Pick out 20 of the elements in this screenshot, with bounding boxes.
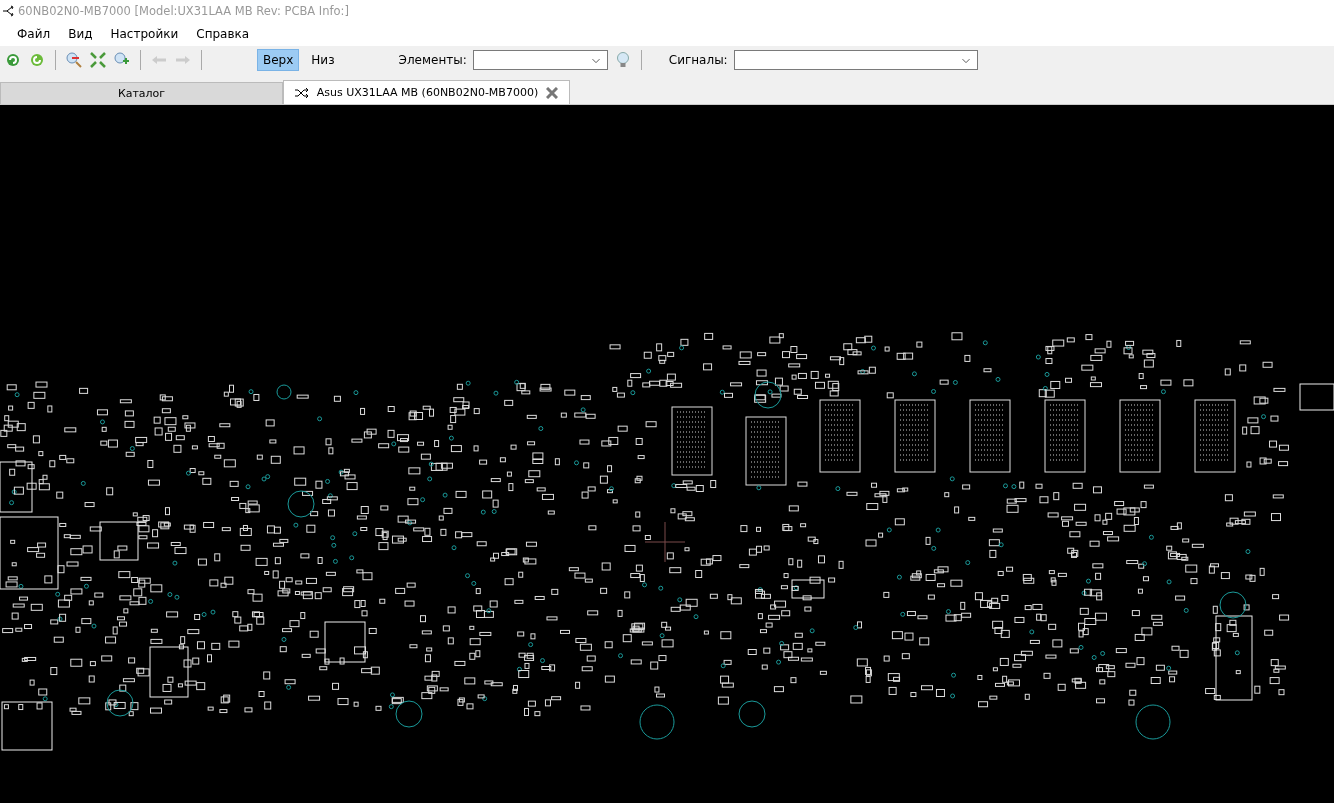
elements-label: Элементы: <box>398 53 467 67</box>
signals-label: Сигналы: <box>668 53 728 67</box>
layer-toggle[interactable]: Низ <box>305 49 341 71</box>
window-title: 60NB02N0-MB7000 [Model:UX31LAA MB Rev: PCBA Info:] <box>18 4 349 18</box>
close-icon[interactable] <box>546 86 559 99</box>
app-icon <box>2 5 14 17</box>
layer-toggle[interactable]: Верх <box>257 49 300 71</box>
menu-item[interactable]: Файл <box>8 27 60 41</box>
menu-item[interactable]: Справка <box>187 27 259 41</box>
refresh-icon[interactable] <box>28 51 46 69</box>
fit-icon[interactable] <box>89 51 107 69</box>
menu-item[interactable]: Настройки <box>101 27 188 41</box>
tab[interactable]: Asus UX31LAA MB (60NB02N0-MB7000) <box>283 80 570 104</box>
menu-item[interactable]: Вид <box>59 27 102 41</box>
tab[interactable]: Каталог <box>0 82 283 104</box>
elements-dropdown[interactable] <box>472 50 608 70</box>
zoom-out-icon[interactable] <box>65 51 83 69</box>
signals-dropdown[interactable] <box>733 50 978 70</box>
shuffle-icon <box>294 87 309 98</box>
refresh-icon[interactable] <box>4 51 22 69</box>
